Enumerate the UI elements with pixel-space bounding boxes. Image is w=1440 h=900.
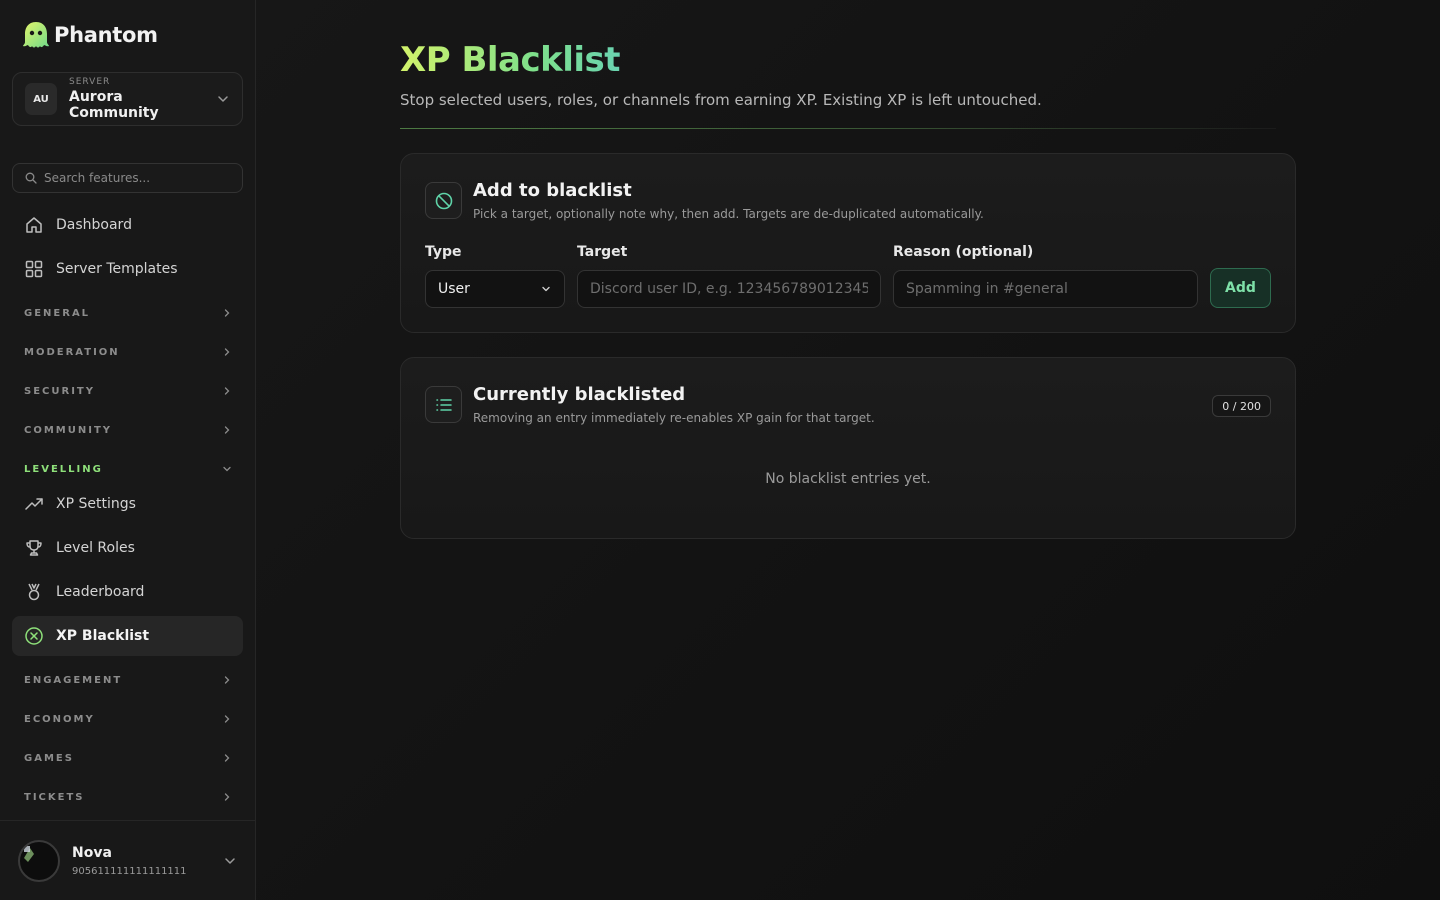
blacklisted-card: Currently blacklisted Removing an entry … <box>400 357 1296 539</box>
section-label-games: GAMES <box>24 752 74 764</box>
trending-up-icon <box>24 494 44 514</box>
entry-count-badge: 0 / 200 <box>1212 395 1271 417</box>
section-label-security: SECURITY <box>24 385 95 397</box>
chevron-right-icon <box>224 387 230 395</box>
add-button[interactable]: Add <box>1210 268 1271 308</box>
empty-state: No blacklist entries yet. <box>765 471 931 487</box>
reason-label: Reason (optional) <box>893 244 1034 260</box>
chevron-down-icon <box>542 286 550 292</box>
chevron-right-icon <box>224 348 230 356</box>
section-label-moderation: MODERATION <box>24 346 120 358</box>
ban-icon <box>425 182 462 219</box>
reason-input[interactable] <box>906 281 1185 297</box>
target-input[interactable] <box>590 281 868 297</box>
section-games[interactable]: GAMES <box>24 750 232 766</box>
section-community[interactable]: COMMUNITY <box>24 422 232 438</box>
nav-item-dashboard[interactable]: Dashboard <box>12 205 243 245</box>
header-divider <box>400 128 1276 129</box>
section-security[interactable]: SECURITY <box>24 383 232 399</box>
section-label-tickets: TICKETS <box>24 791 85 803</box>
server-text: SERVER Aurora Community <box>69 77 216 121</box>
section-general[interactable]: GENERAL <box>24 305 232 321</box>
server-avatar: AU <box>25 83 57 115</box>
nav-item-xp-blacklist[interactable]: XP Blacklist <box>12 616 243 656</box>
chevron-right-icon <box>224 676 230 684</box>
user-name: Nova <box>72 844 112 861</box>
user-id: 905611111111111111 <box>72 865 187 877</box>
target-label: Target <box>577 244 628 260</box>
chevron-right-icon <box>224 426 230 434</box>
chevron-down-icon <box>223 466 231 472</box>
section-engagement[interactable]: ENGAGEMENT <box>24 672 232 688</box>
section-label-levelling: LEVELLING <box>24 463 103 475</box>
section-label-general: GENERAL <box>24 307 91 319</box>
card-title: Add to blacklist <box>473 180 632 201</box>
section-levelling[interactable]: LEVELLING <box>24 461 232 477</box>
reason-field[interactable] <box>893 270 1198 308</box>
server-selector[interactable]: AU SERVER Aurora Community <box>12 72 243 126</box>
grid-icon <box>24 259 44 279</box>
type-select[interactable]: User <box>425 270 565 308</box>
server-name: Aurora Community <box>69 89 159 121</box>
page-subtitle: Stop selected users, roles, or channels … <box>400 91 1042 109</box>
section-label-economy: ECONOMY <box>24 713 95 725</box>
nav-label-xp-settings: XP Settings <box>56 496 136 512</box>
section-label-engagement: ENGAGEMENT <box>24 674 123 686</box>
trophy-icon <box>24 538 44 558</box>
search-icon <box>25 172 37 184</box>
nav-item-server-templates[interactable]: Server Templates <box>12 249 243 289</box>
search-input[interactable] <box>44 171 224 185</box>
user-text: Nova 905611111111111111 <box>72 845 223 877</box>
home-icon <box>24 215 44 235</box>
page-title: XP Blacklist <box>400 40 621 80</box>
nav-item-xp-settings[interactable]: XP Settings <box>12 484 243 524</box>
user-menu[interactable]: Nova 905611111111111111 <box>0 820 255 900</box>
main-content: XP Blacklist Stop selected users, roles,… <box>256 0 1440 900</box>
section-economy[interactable]: ECONOMY <box>24 711 232 727</box>
list-icon <box>425 386 462 423</box>
ghost-logo-icon <box>23 22 49 48</box>
medal-icon <box>24 582 44 602</box>
card-description: Pick a target, optionally note why, then… <box>473 207 984 221</box>
avatar <box>18 839 60 882</box>
section-moderation[interactable]: MODERATION <box>24 344 232 360</box>
nav-label-leaderboard: Leaderboard <box>56 584 145 600</box>
nav-label-level-roles: Level Roles <box>56 540 135 556</box>
brand-name: Phantom <box>54 23 158 47</box>
target-field[interactable] <box>577 270 881 308</box>
nav-label-dashboard: Dashboard <box>56 217 132 233</box>
add-to-blacklist-card: Add to blacklist Pick a target, optional… <box>400 153 1296 333</box>
chevron-right-icon <box>224 793 230 801</box>
sidebar: Phantom AU SERVER Aurora Community Dashb… <box>0 0 256 900</box>
server-kicker: SERVER <box>69 77 111 87</box>
chevron-right-icon <box>224 754 230 762</box>
chevron-down-icon <box>218 96 228 102</box>
nav-label-xp-blacklist: XP Blacklist <box>56 628 150 644</box>
type-select-value: User <box>438 281 470 297</box>
chevron-right-icon <box>224 715 230 723</box>
card-description: Removing an entry immediately re-enables… <box>473 411 875 425</box>
brand[interactable]: Phantom <box>22 20 158 50</box>
section-tickets[interactable]: TICKETS <box>24 789 232 805</box>
nav-item-level-roles[interactable]: Level Roles <box>12 528 243 568</box>
chevron-down-icon <box>225 857 235 864</box>
chevron-right-icon <box>224 309 230 317</box>
nav-item-leaderboard[interactable]: Leaderboard <box>12 572 243 612</box>
feature-search[interactable] <box>12 163 243 193</box>
type-label: Type <box>425 244 462 260</box>
section-label-community: COMMUNITY <box>24 424 113 436</box>
nav-label-server-templates: Server Templates <box>56 261 178 277</box>
card-title: Currently blacklisted <box>473 384 686 405</box>
circle-x-icon <box>24 626 44 646</box>
